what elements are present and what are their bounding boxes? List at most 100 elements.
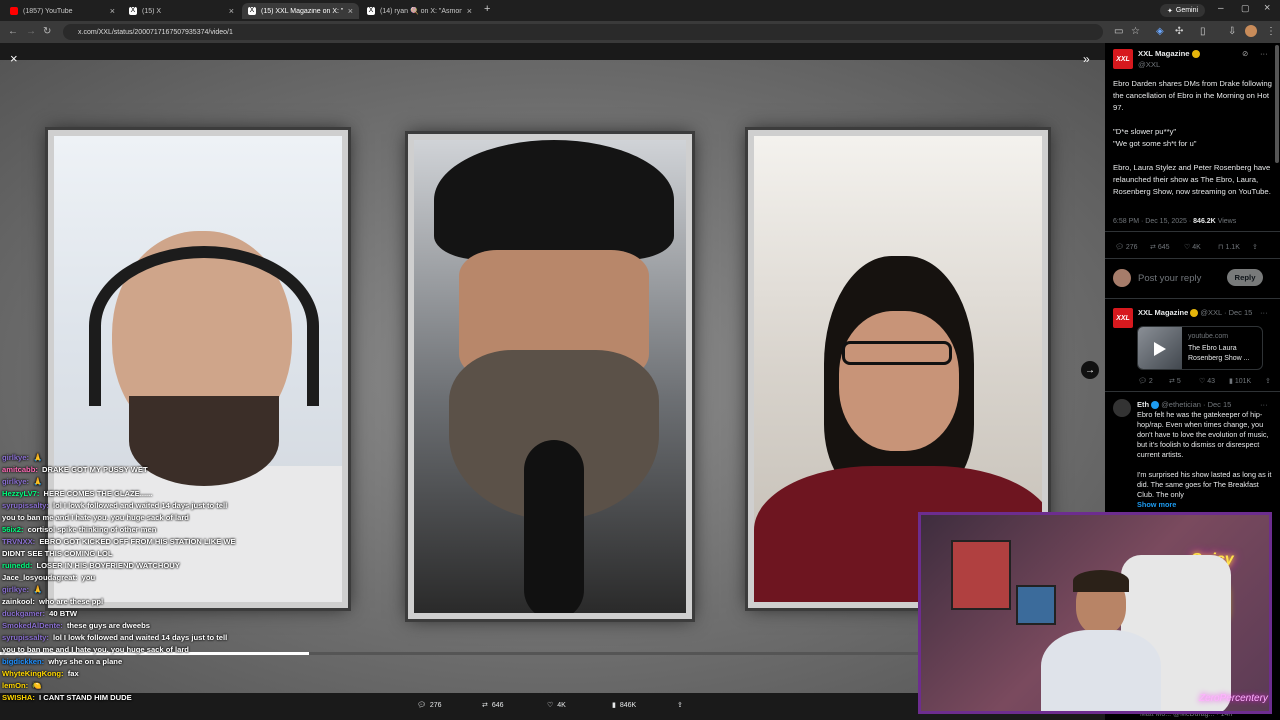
link-card[interactable]: youtube.com The Ebro Laura Rosenberg Sho…: [1137, 326, 1263, 370]
extension-icon[interactable]: ◈: [1156, 26, 1164, 37]
reply-likes[interactable]: ♡ 43: [1199, 377, 1215, 386]
next-media-button[interactable]: →: [1081, 361, 1099, 379]
person-glasses: [842, 341, 952, 365]
tab-youtube[interactable]: (1857) YouTube ×: [4, 3, 121, 19]
gemini-sparkle-icon: ✦: [1167, 7, 1173, 15]
maximize-button[interactable]: ▢: [1241, 3, 1250, 14]
views-action[interactable]: ▮ 846K: [612, 701, 637, 710]
chat-username: syrupissalty:: [2, 501, 49, 510]
chat-username: 56ix2:: [2, 525, 24, 534]
post-likes[interactable]: ♡ 4K: [1184, 243, 1201, 252]
reply-reposts[interactable]: ⇄ 5: [1169, 377, 1181, 386]
share-action[interactable]: ⇪: [677, 701, 683, 709]
post-text: "We got some sh*t for u": [1113, 139, 1197, 148]
chat-message: TRVNXX: EBRO GOT KICKED OFF FROM HIS STA…: [2, 536, 242, 560]
expand-sidebar-icon[interactable]: »: [1083, 52, 1090, 66]
verified-badge-icon: [1151, 401, 1160, 410]
close-tab-icon[interactable]: ×: [110, 6, 115, 16]
reply-bubble-icon: 💬︎: [1138, 378, 1147, 385]
chat-message: SmokedAlDente: these guys are dweebs: [2, 620, 242, 632]
post-bookmarks[interactable]: ⊓ 1.1K: [1218, 243, 1240, 252]
chat-username: WhyteKingKong:: [2, 669, 64, 678]
chat-message: girlkye: 🙏: [2, 584, 242, 596]
profile-avatar[interactable]: [1245, 25, 1257, 37]
eth-avatar[interactable]: [1113, 399, 1131, 417]
share-icon: ⇪: [677, 702, 683, 709]
cast-icon[interactable]: ▭: [1114, 26, 1123, 37]
close-window-button[interactable]: ×: [1264, 2, 1270, 14]
stream-chat-overlay: girlkye: 🙏 amitcabb: DRAKE GOT MY PUSSY W…: [2, 452, 242, 704]
chat-username: syrupissalty:: [2, 633, 49, 642]
minimize-button[interactable]: –: [1218, 3, 1224, 14]
xxl-avatar[interactable]: XXL: [1113, 49, 1133, 69]
reply-action[interactable]: 💬︎ 276: [417, 701, 442, 710]
chat-text: 🙏: [31, 453, 43, 462]
like-action[interactable]: ♡ 4K: [547, 701, 566, 710]
reply-text: Ebro felt he was the gatekeeper of hip-h…: [1137, 410, 1269, 459]
chat-username: SWISHA:: [2, 693, 35, 702]
video-panel-middle: [408, 134, 692, 619]
url-field[interactable]: x.com/XXL/status/2000717167507935374/vid…: [63, 24, 1103, 40]
close-tab-icon[interactable]: ×: [348, 6, 353, 16]
menu-kebab-icon[interactable]: ⋮: [1266, 26, 1276, 37]
chat-message: Jace_losyoudagreat: you: [2, 572, 242, 584]
more-options-icon[interactable]: ···: [1260, 49, 1268, 58]
post-handle[interactable]: @XXL: [1138, 60, 1160, 69]
forward-arrow-icon[interactable]: →: [26, 26, 36, 37]
tab-ryan-post[interactable]: X (14) ryan 🍭 on X: "AsmonGold ×: [361, 3, 478, 19]
x-favicon-icon: X: [248, 7, 256, 15]
post-text: "D*e slower pu**y": [1113, 127, 1177, 136]
view-count: 846K: [619, 701, 637, 709]
gemini-label: Gemini: [1175, 7, 1199, 14]
share-icon: ⇪: [1265, 378, 1271, 385]
grok-icon[interactable]: ⊘: [1242, 49, 1248, 58]
close-tab-icon[interactable]: ×: [467, 6, 472, 16]
post-author[interactable]: XXL Magazine: [1138, 49, 1200, 58]
reply-share[interactable]: ⇪: [1265, 377, 1271, 385]
chat-username: girlkye:: [2, 477, 30, 486]
chat-username: girlkye:: [2, 585, 30, 594]
video-action-bar: 💬︎ 276 ⇄ 646 ♡ 4K ▮ 846K ⇪: [405, 701, 705, 717]
more-options-icon[interactable]: ···: [1260, 400, 1268, 409]
post-replies[interactable]: 💬︎ 276: [1115, 243, 1138, 252]
chat-message: SWISHA: I CANT STAND HIM DUDE: [2, 692, 242, 704]
chat-text: 🍋: [30, 681, 42, 690]
more-options-icon[interactable]: ···: [1260, 308, 1268, 317]
reply-header[interactable]: Eth @ethetician · Dec 15: [1137, 400, 1231, 410]
tab-x-home[interactable]: X (15) X ×: [123, 3, 240, 19]
repost-action[interactable]: ⇄ 646: [482, 701, 504, 710]
reload-icon[interactable]: ↻: [43, 26, 51, 37]
tab-label: (15) X: [142, 7, 162, 15]
xxl-avatar[interactable]: XXL: [1113, 308, 1133, 328]
reply-header[interactable]: XXL Magazine @XXL · Dec 15: [1138, 308, 1252, 318]
new-tab-button[interactable]: +: [484, 3, 490, 15]
gemini-button[interactable]: ✦ Gemini: [1160, 4, 1206, 17]
download-icon[interactable]: ⇩: [1228, 26, 1236, 37]
chat-message: syrupissalty: lol I lowk followed and wa…: [2, 500, 242, 524]
show-more-link[interactable]: Show more: [1137, 500, 1275, 510]
chat-username: duckgamer:: [2, 609, 46, 618]
sidebar-scrollbar[interactable]: [1275, 45, 1279, 163]
verified-badge-icon: [1191, 49, 1200, 58]
close-video-icon[interactable]: ×: [10, 51, 18, 66]
puzzle-icon[interactable]: ✣: [1175, 26, 1183, 37]
close-tab-icon[interactable]: ×: [229, 6, 234, 16]
back-arrow-icon[interactable]: ←: [8, 26, 18, 37]
post-reposts[interactable]: ⇄ 645: [1150, 243, 1170, 252]
divider: [1105, 391, 1280, 392]
bookmark-star-icon[interactable]: ☆: [1131, 26, 1140, 37]
repost-icon: ⇄: [482, 702, 488, 709]
chat-username: SmokedAlDente:: [2, 621, 63, 630]
reply-button[interactable]: Reply: [1227, 269, 1263, 286]
chat-text: 🙏: [31, 477, 43, 486]
post-share[interactable]: ⇪: [1252, 243, 1258, 251]
microphone: [524, 440, 584, 613]
chat-username: ruinedd:: [2, 561, 33, 570]
address-toolbar: ← → ↻ x.com/XXL/status/20007171675079353…: [0, 21, 1280, 43]
reply-views[interactable]: ▮ 101K: [1229, 377, 1251, 386]
sidepanel-icon[interactable]: ▯: [1200, 26, 1206, 37]
tab-xxl-post[interactable]: X (15) XXL Magazine on X: "Ebro ×: [242, 3, 359, 19]
divider: [1105, 258, 1280, 259]
reply-replies[interactable]: 💬︎ 2: [1138, 377, 1153, 386]
reply-input[interactable]: Post your reply: [1138, 273, 1201, 284]
